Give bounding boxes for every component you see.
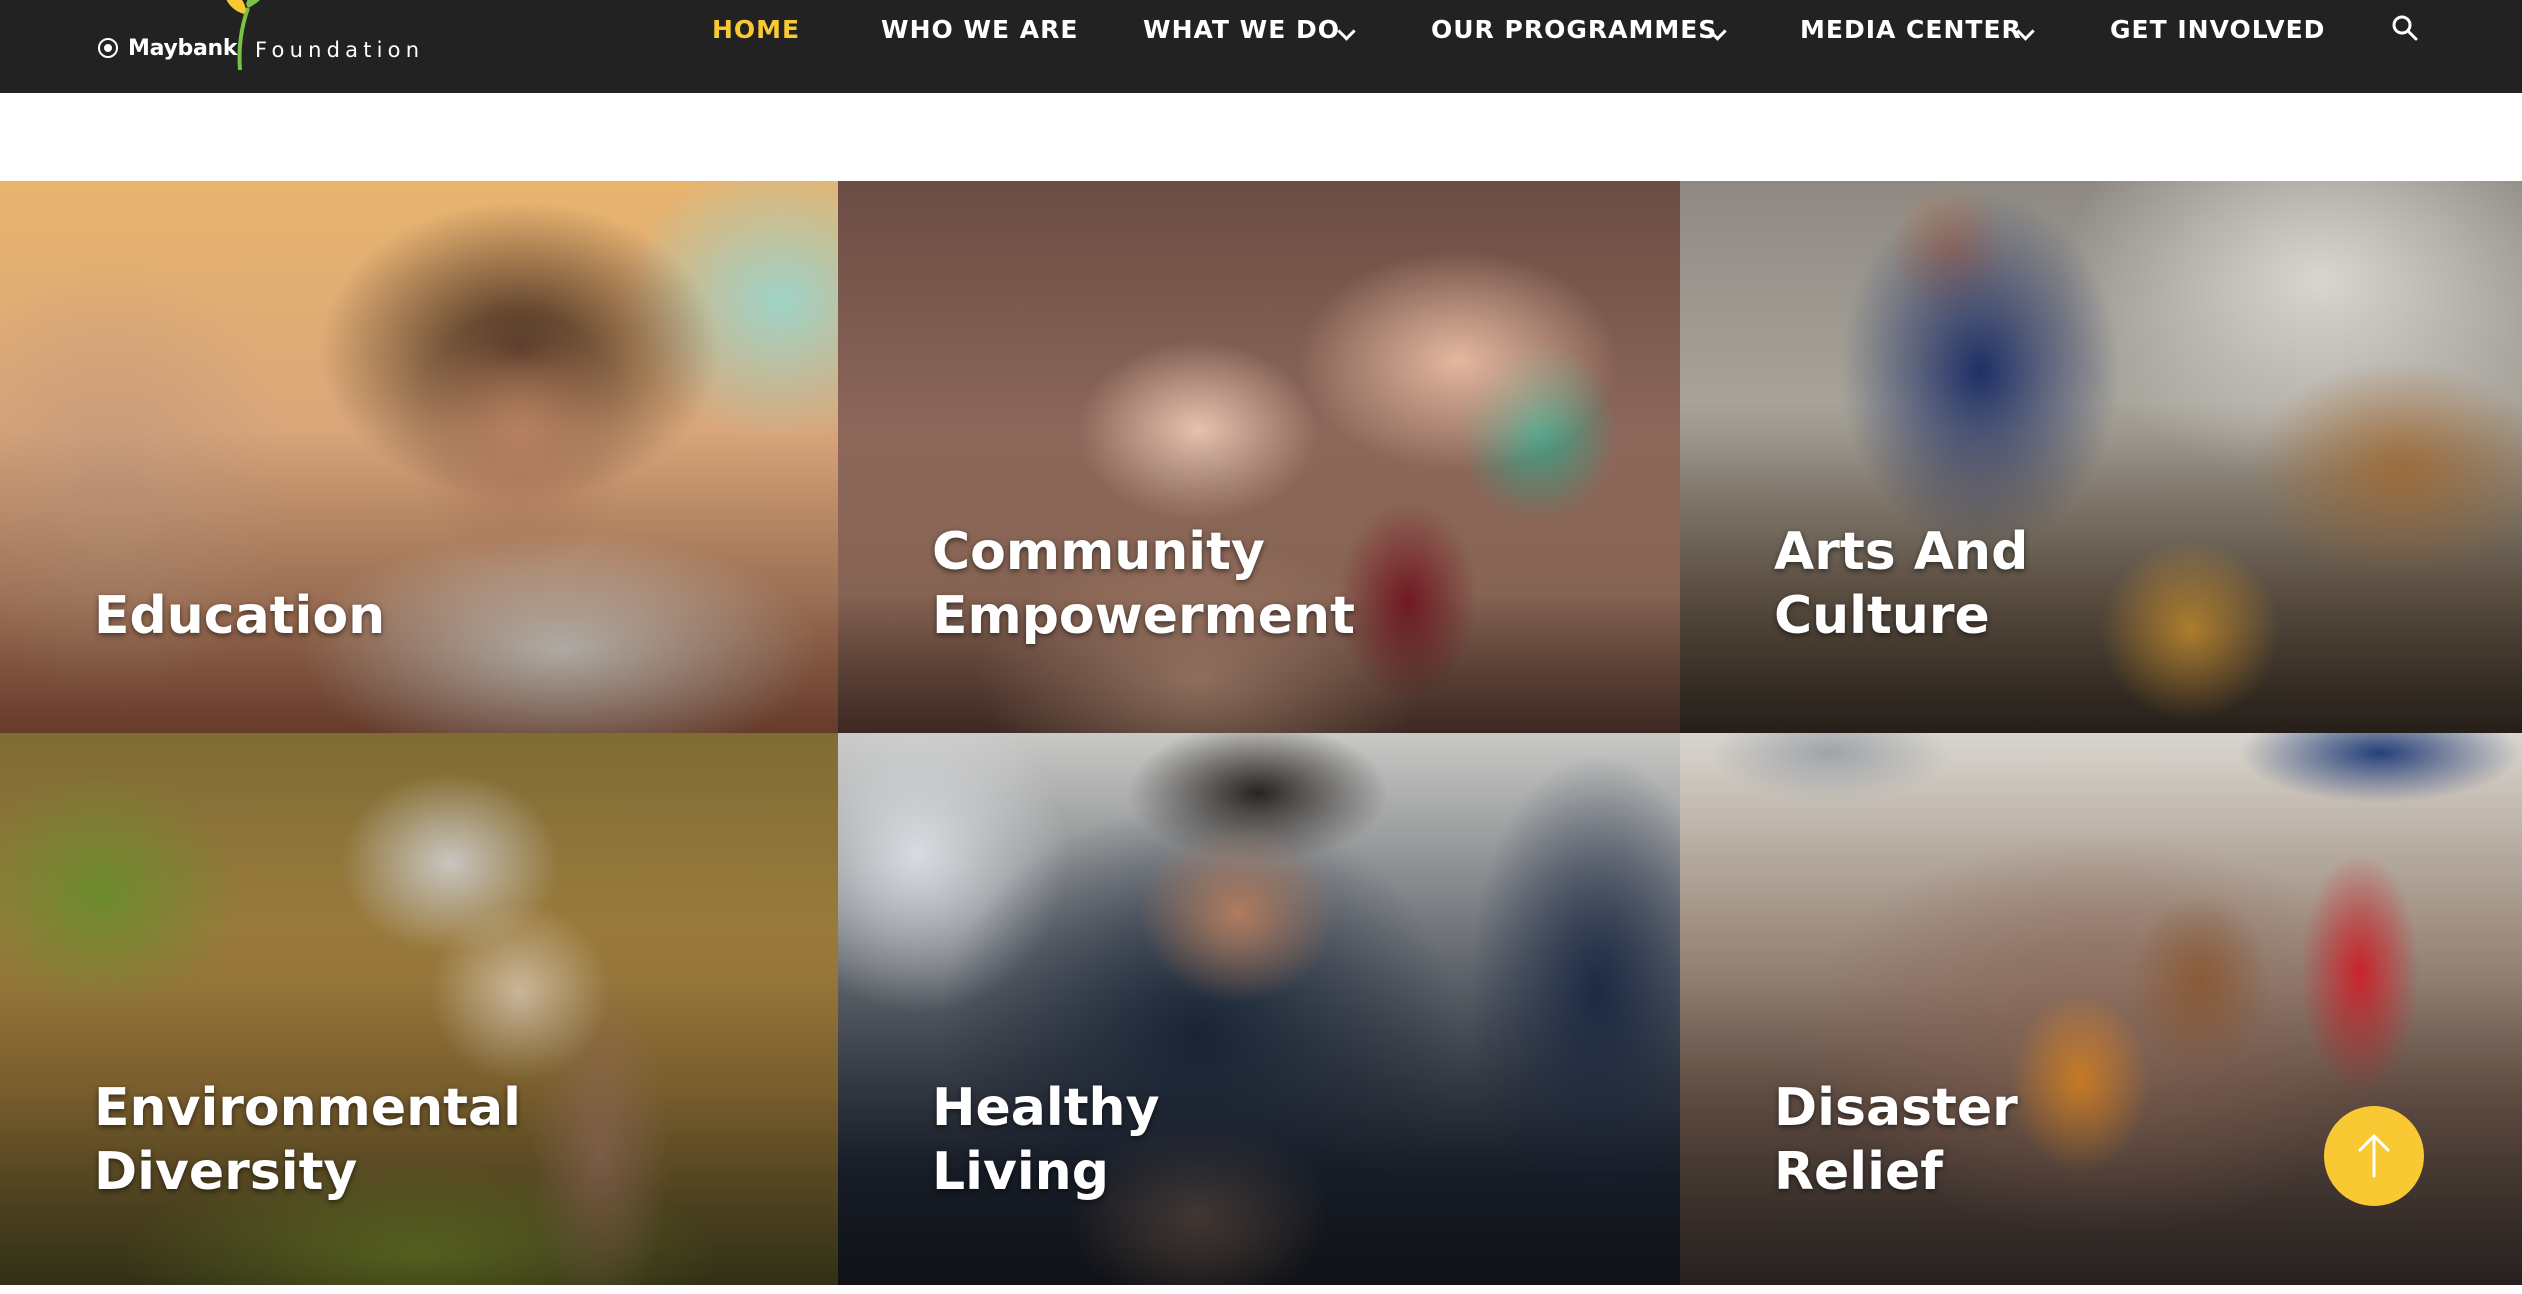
logo-maybank-text: Maybank <box>128 36 238 61</box>
tile-community-empowerment[interactable]: Community Empowerment <box>838 181 1680 733</box>
tile-title-environmental-diversity: Environmental Diversity <box>94 1078 521 1202</box>
logo-foundation-text: Foundation <box>255 38 425 62</box>
tile-title-education: Education <box>94 586 386 646</box>
nav-media-center[interactable]: MEDIA CENTER <box>1800 15 2022 45</box>
tile-arts-and-culture[interactable]: Arts And Culture <box>1680 181 2522 733</box>
nav-home[interactable]: HOME <box>712 15 800 45</box>
tile-environmental-diversity[interactable]: Environmental Diversity <box>0 733 838 1285</box>
tile-title-arts-and-culture: Arts And Culture <box>1774 522 2029 646</box>
nav-get-involved[interactable]: GET INVOLVED <box>2110 15 2325 45</box>
site-header: Maybank Foundation HOME WHO WE ARE WHAT … <box>0 0 2522 93</box>
maybank-foundation-logo[interactable]: Maybank Foundation <box>98 0 438 93</box>
arrow-up-icon <box>2358 1134 2390 1178</box>
tile-title-community-empowerment: Community Empowerment <box>932 522 1355 646</box>
search-icon[interactable] <box>2390 13 2420 43</box>
scroll-to-top-button[interactable] <box>2324 1106 2424 1206</box>
nav-who-we-are[interactable]: WHO WE ARE <box>881 15 1079 45</box>
nav-what-we-do[interactable]: WHAT WE DO <box>1143 15 1340 45</box>
maybank-tiger-icon <box>98 38 118 58</box>
tile-title-healthy-living: Healthy Living <box>932 1078 1160 1202</box>
tile-education[interactable]: Education <box>0 181 838 733</box>
nav-our-programmes[interactable]: OUR PROGRAMMES <box>1431 15 1717 45</box>
tile-overlay <box>0 429 838 733</box>
tile-healthy-living[interactable]: Healthy Living <box>838 733 1680 1285</box>
chevron-down-icon[interactable] <box>1337 22 1356 41</box>
